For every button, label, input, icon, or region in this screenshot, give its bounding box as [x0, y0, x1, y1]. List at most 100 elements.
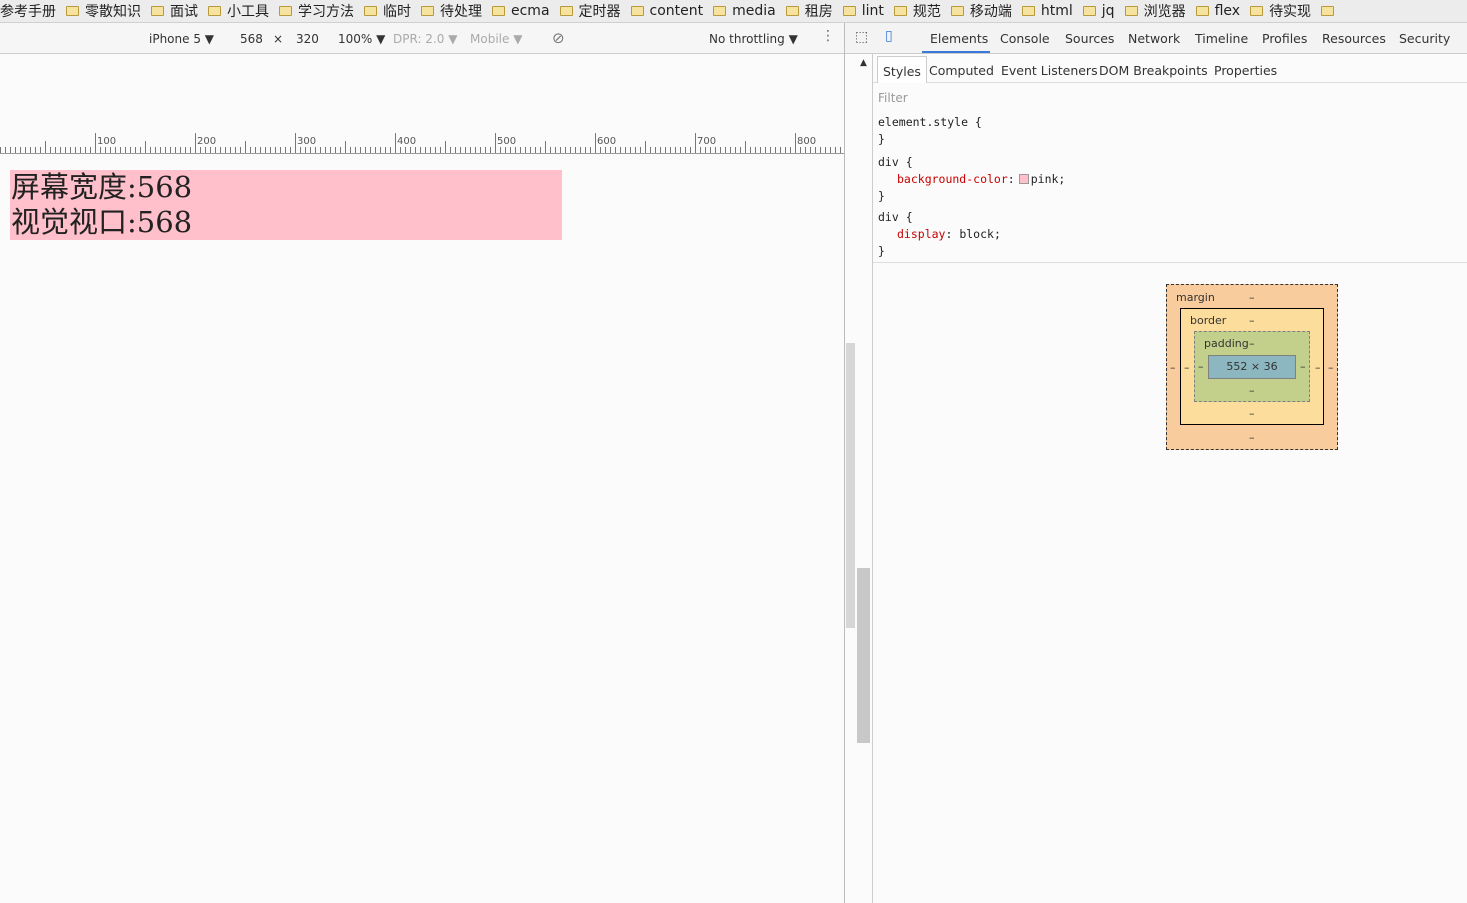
subtab-dom-breakpoints[interactable]: DOM Breakpoints	[1099, 63, 1208, 78]
bookmark-item[interactable]: media	[713, 3, 776, 19]
bookmark-item[interactable]: 定时器	[559, 1, 621, 21]
bookmark-label: 学习方法	[298, 4, 354, 20]
device-mode-icon[interactable]: ▯	[885, 28, 893, 44]
styles-subtabs: Styles Computed Event Listeners DOM Brea…	[873, 56, 1467, 83]
ruler-tick	[415, 147, 416, 153]
bookmark-item[interactable]: 零散知识	[66, 1, 141, 21]
rule-property[interactable]: display: block;	[878, 226, 1065, 243]
tab-network[interactable]: Network	[1128, 31, 1180, 46]
padding-label: padding	[1204, 337, 1249, 350]
folder-icon	[492, 6, 505, 16]
ruler-tick	[805, 147, 806, 153]
throttling-select[interactable]: No throttling ▼	[709, 32, 798, 46]
bookmark-item[interactable]: 待处理	[421, 1, 482, 21]
rule-property[interactable]: background-color: pink;	[878, 171, 1065, 188]
subtab-properties[interactable]: Properties	[1214, 63, 1277, 78]
divider	[844, 23, 845, 903]
ruler-tick	[280, 147, 281, 153]
scrollbar[interactable]	[846, 343, 855, 628]
ruler-tick	[85, 147, 86, 153]
ruler-tick	[730, 147, 731, 153]
ruler-tick	[505, 147, 506, 153]
bookmark-item[interactable]: 临时	[364, 1, 411, 21]
border-right: –	[1315, 361, 1321, 374]
subtab-computed[interactable]: Computed	[929, 63, 994, 78]
ruler-tick	[130, 147, 131, 153]
ruler-tick	[550, 147, 551, 153]
ruler-tick	[815, 147, 816, 153]
ruler-tick	[290, 147, 291, 153]
bookmark-label: 规范	[912, 4, 941, 20]
margin-right: –	[1328, 361, 1334, 374]
zoom-select[interactable]: 100% ▼	[338, 32, 385, 46]
ruler-tick	[695, 133, 696, 153]
ruler-tick	[15, 147, 16, 153]
bookmark-item[interactable]: flex	[1195, 3, 1240, 19]
width-input[interactable]: 568	[240, 32, 263, 46]
ruler-tick	[515, 147, 516, 153]
device-select[interactable]: iPhone 5 ▼	[149, 32, 214, 46]
tab-profiles[interactable]: Profiles	[1262, 31, 1307, 46]
folder-icon	[785, 6, 799, 16]
ruler-tick	[685, 147, 686, 153]
bookmark-item[interactable]: 学习方法	[279, 1, 354, 21]
filter-input[interactable]: Filter	[878, 91, 908, 105]
ruler-tick	[390, 147, 391, 153]
bookmark-item[interactable]: 参考手册	[0, 1, 56, 21]
ruler-tick	[765, 147, 766, 153]
bookmark-item[interactable]: 浏览器	[1124, 1, 1186, 21]
bookmark-item[interactable]: 租房	[785, 1, 833, 21]
screen-width-text: 屏幕宽度:568	[11, 170, 193, 204]
ruler-tick	[650, 147, 651, 153]
ruler-tick	[785, 147, 786, 153]
tab-security[interactable]: Security	[1399, 31, 1450, 46]
tab-console[interactable]: Console	[1000, 31, 1050, 46]
dpr-select[interactable]: DPR: 2.0 ▼	[393, 32, 457, 46]
color-swatch[interactable]	[1018, 174, 1029, 184]
ruler-tick	[0, 147, 1, 153]
tab-timeline[interactable]: Timeline	[1195, 31, 1248, 46]
bookmark-item[interactable]: 面试	[151, 1, 198, 21]
scrollbar[interactable]	[857, 568, 870, 743]
bookmark-item[interactable]: lint	[842, 3, 884, 19]
bookmark-item[interactable]: ecma	[492, 3, 550, 19]
bookmark-item[interactable]: content	[630, 3, 703, 19]
height-input[interactable]: 320	[296, 32, 319, 46]
ruler-tick	[90, 147, 91, 153]
tab-elements[interactable]: Elements	[930, 31, 988, 46]
rotate-icon[interactable]: ⊘	[552, 29, 565, 47]
folder-icon	[364, 6, 377, 16]
ruler-tick	[800, 147, 801, 153]
ruler-tick	[690, 147, 691, 153]
ruler-label: 600	[597, 136, 617, 147]
bookmark-item[interactable]: 小工具	[208, 1, 269, 21]
divider	[873, 262, 1467, 263]
scroll-up-icon[interactable]: ▲	[860, 58, 867, 68]
bookmark-item[interactable]: html	[1021, 3, 1073, 19]
border-bottom: –	[1249, 407, 1255, 420]
mode-select[interactable]: Mobile ▼	[470, 32, 522, 46]
subtab-styles[interactable]: Styles	[877, 56, 927, 83]
tab-resources[interactable]: Resources	[1322, 31, 1386, 46]
tab-sources[interactable]: Sources	[1065, 31, 1114, 46]
ruler-tick	[745, 141, 746, 153]
ruler-tick	[50, 147, 51, 153]
folder-icon	[630, 6, 644, 16]
ruler-tick	[200, 147, 201, 153]
bookmark-item[interactable]: 移动端	[950, 1, 1012, 21]
subtab-event-listeners[interactable]: Event Listeners	[1001, 63, 1098, 78]
active-tab-indicator	[922, 51, 990, 53]
ruler-tick	[240, 147, 241, 153]
more-icon[interactable]: ⋮	[821, 28, 835, 44]
bookmark-label: 临时	[383, 4, 411, 20]
bookmark-item[interactable]: 规范	[893, 1, 941, 21]
inspect-icon[interactable]: ⬚	[855, 29, 868, 45]
bookmark-item[interactable]: jq	[1082, 3, 1115, 19]
ruler-tick	[150, 147, 151, 153]
ruler-tick	[370, 147, 371, 153]
ruler-tick	[575, 147, 576, 153]
ruler-tick	[535, 147, 536, 153]
ruler-tick	[350, 147, 351, 153]
bookmark-item[interactable]: 待实现	[1250, 1, 1311, 21]
ruler-label: 300	[297, 136, 317, 147]
